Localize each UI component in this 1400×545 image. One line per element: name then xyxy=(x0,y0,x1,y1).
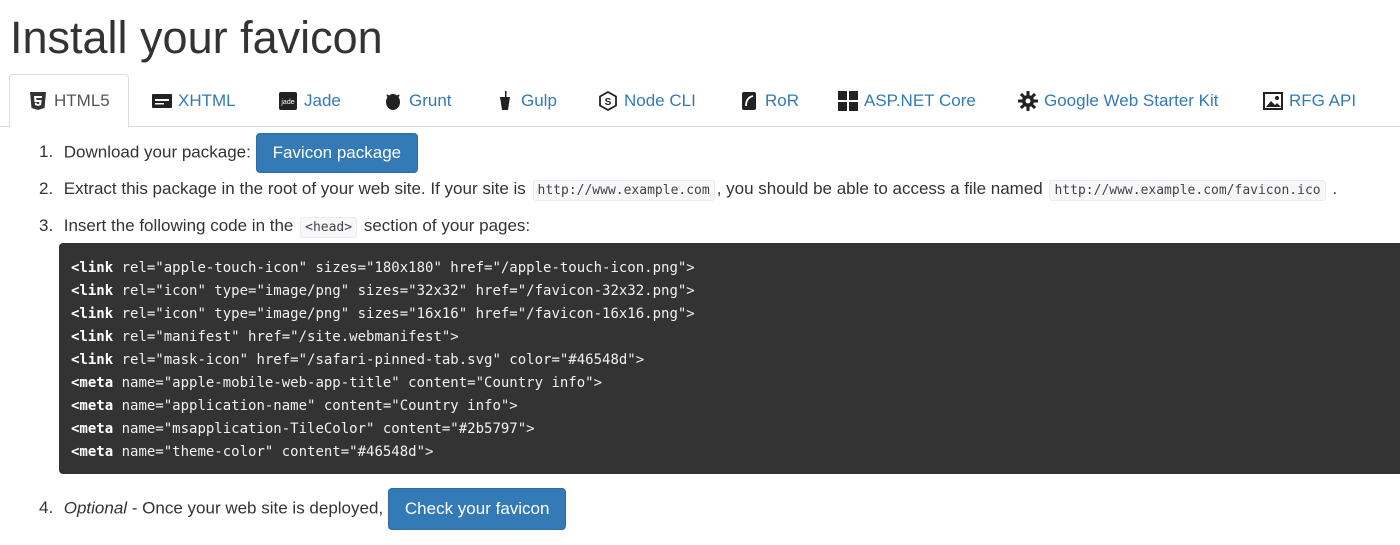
code-line: <link rel="apple-touch-icon" sizes="180x… xyxy=(71,260,695,276)
code-line: <meta name="apple-mobile-web-app-title" … xyxy=(71,375,603,391)
code-snippet[interactable]: <link rel="apple-touch-icon" sizes="180x… xyxy=(59,243,1400,474)
code-line: <meta name="msapplication-TileColor" con… xyxy=(71,421,535,437)
code-line: <meta name="theme-color" content="#46548… xyxy=(71,444,434,460)
code-line: <link rel="icon" type="image/png" sizes=… xyxy=(71,283,695,299)
step-4: 4. Optional - Once your web site is depl… xyxy=(39,488,567,530)
code-line: <meta name="application-name" content="C… xyxy=(71,398,518,414)
check-favicon-button[interactable]: Check your favicon xyxy=(387,488,567,530)
example-url-code: http://www.example.com xyxy=(532,180,715,201)
code-line: <link rel="icon" type="image/png" sizes=… xyxy=(71,306,695,322)
install-steps: 1. Download your package: Favicon packag… xyxy=(0,0,1400,545)
step-2: 2. Extract this package in the root of y… xyxy=(39,177,1337,203)
head-tag-code: <head> xyxy=(300,217,358,238)
code-line: <link rel="mask-icon" href="/safari-pinn… xyxy=(71,352,645,368)
step-1: 1. Download your package: Favicon packag… xyxy=(39,133,419,173)
step-3: 3. Insert the following code in the <hea… xyxy=(39,214,530,240)
favicon-url-code: http://www.example.com/favicon.ico xyxy=(1049,180,1326,201)
favicon-package-button[interactable]: Favicon package xyxy=(255,133,419,173)
code-line: <link rel="manifest" href="/site.webmani… xyxy=(71,329,459,345)
